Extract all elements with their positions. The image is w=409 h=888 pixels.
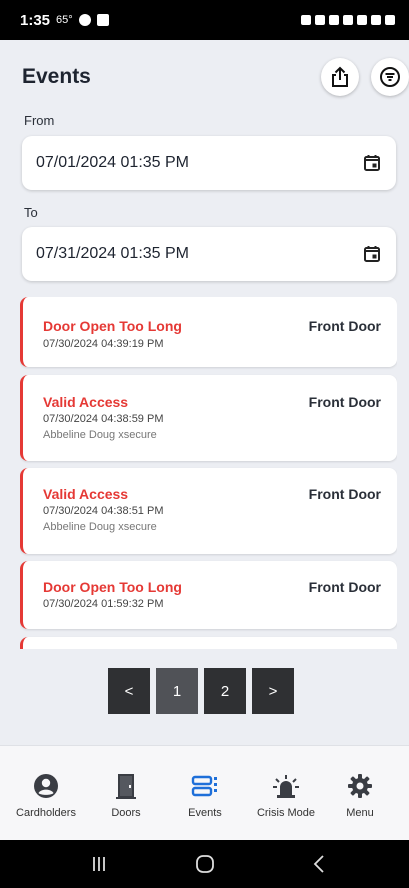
event-user: Abbeline Doug xsecure xyxy=(43,429,157,441)
event-time: 07/30/2024 04:39:19 PM xyxy=(43,338,164,350)
bluetooth-icon xyxy=(329,15,339,25)
nav-label: Doors xyxy=(111,807,141,819)
nav-menu[interactable]: Menu xyxy=(320,746,400,841)
alarm-light-icon xyxy=(273,775,299,798)
page-1-button[interactable]: 1 xyxy=(156,668,198,714)
prev-page-button[interactable]: < xyxy=(108,668,150,714)
nav-events[interactable]: Events xyxy=(165,746,245,841)
event-card[interactable]: Valid Access 07/30/2024 04:38:51 PM Abbe… xyxy=(20,468,397,554)
share-icon xyxy=(332,66,348,87)
wifi-icon xyxy=(357,15,367,25)
recent-apps-button[interactable] xyxy=(84,852,114,876)
home-icon xyxy=(196,855,214,873)
event-type: Door Open Too Long xyxy=(43,579,182,595)
from-date-field[interactable]: 07/01/2024 01:35 PM xyxy=(22,136,396,190)
page-2-button[interactable]: 2 xyxy=(204,668,246,714)
event-door: Front Door xyxy=(308,318,381,334)
event-door: Front Door xyxy=(308,394,381,410)
account-circle-icon xyxy=(34,774,58,798)
status-temp: 65° xyxy=(56,14,73,26)
event-type: Valid Access xyxy=(43,394,129,410)
calendar-icon xyxy=(364,155,380,171)
nav-label: Events xyxy=(188,807,222,819)
nav-label: Crisis Mode xyxy=(256,807,316,819)
mute-icon xyxy=(343,15,353,25)
battery-icon xyxy=(385,15,395,25)
event-card[interactable] xyxy=(20,637,397,649)
system-nav-bar xyxy=(0,840,409,888)
event-time: 07/30/2024 01:59:32 PM xyxy=(43,598,164,610)
filter-button[interactable] xyxy=(371,58,409,96)
event-card[interactable]: Valid Access 07/30/2024 04:38:59 PM Abbe… xyxy=(20,375,397,461)
calendar-icon xyxy=(364,246,380,262)
gallery-icon xyxy=(96,14,109,26)
home-button[interactable] xyxy=(190,852,220,876)
event-card[interactable]: Door Open Too Long 07/30/2024 01:59:32 P… xyxy=(20,561,397,629)
nav-label: Cardholders xyxy=(16,807,76,819)
signal-icon xyxy=(371,15,381,25)
nav-doors[interactable]: Doors xyxy=(86,746,166,841)
page-title: Events xyxy=(22,65,91,88)
nav-crisis-mode[interactable]: Crisis Mode xyxy=(246,746,326,841)
event-card[interactable]: Door Open Too Long 07/30/2024 04:39:19 P… xyxy=(20,297,397,367)
from-label: From xyxy=(24,113,55,128)
to-label: To xyxy=(24,205,38,220)
events-list[interactable]: Door Open Too Long 07/30/2024 04:39:19 P… xyxy=(20,297,397,649)
door-icon xyxy=(116,774,136,799)
bottom-nav: Cardholders Doors Events Crisis Mode Men… xyxy=(0,745,409,840)
nav-label: Menu xyxy=(346,807,374,819)
next-page-button[interactable]: > xyxy=(252,668,294,714)
event-user: Abbeline Doug xsecure xyxy=(43,521,157,533)
pagination: < 1 2 > xyxy=(108,668,294,714)
nav-cardholders[interactable]: Cardholders xyxy=(6,746,86,841)
notification-icon xyxy=(78,14,91,26)
event-time: 07/30/2024 04:38:59 PM xyxy=(43,413,164,425)
screenshot-icon xyxy=(315,15,325,25)
share-button[interactable] xyxy=(321,58,359,96)
gear-icon xyxy=(348,774,372,798)
event-door: Front Door xyxy=(308,486,381,502)
battery-saver-icon xyxy=(301,15,311,25)
event-type: Door Open Too Long xyxy=(43,318,182,334)
status-bar: 1:35 65° xyxy=(0,0,409,40)
back-button[interactable] xyxy=(304,852,334,876)
event-time: 07/30/2024 04:38:51 PM xyxy=(43,505,164,517)
recent-apps-icon xyxy=(93,857,105,871)
events-icon xyxy=(191,775,217,797)
event-type: Valid Access xyxy=(43,486,129,502)
to-date-value: 07/31/2024 01:35 PM xyxy=(36,245,190,262)
status-time: 1:35 xyxy=(20,11,51,29)
header: Events xyxy=(0,40,409,112)
event-door: Front Door xyxy=(308,579,381,595)
back-icon xyxy=(313,855,324,873)
filter-icon xyxy=(380,67,400,87)
to-date-field[interactable]: 07/31/2024 01:35 PM xyxy=(22,227,396,281)
from-date-value: 07/01/2024 01:35 PM xyxy=(36,154,190,171)
